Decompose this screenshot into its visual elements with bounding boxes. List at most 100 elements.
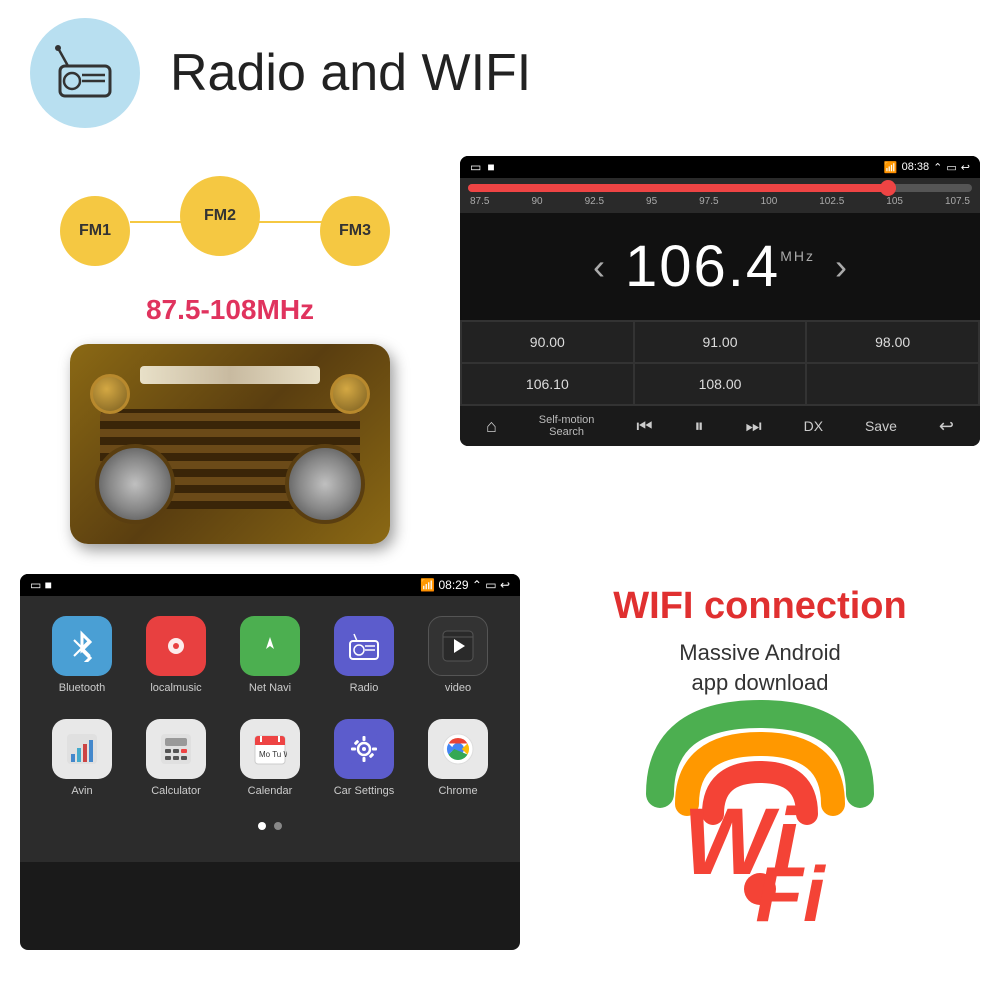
app-chrome[interactable]: Chrome (418, 719, 498, 797)
calc-icon (146, 719, 206, 779)
page-dots (35, 822, 505, 842)
launcher-screen: ▭ ■ 📶 08:29 ⌃ ▭ ↩ Bluetooth (20, 574, 520, 950)
fm3-bubble: FM3 (320, 196, 390, 266)
app-icons-row1: Bluetooth localmusic Net Navi (35, 616, 505, 694)
home-button[interactable]: ⌂ (486, 416, 497, 437)
back-icon: ↩ (961, 161, 970, 174)
freq-next-button[interactable]: › (835, 246, 847, 288)
back-control-button[interactable]: ↩ (939, 416, 954, 437)
android-radio-screen: ▭ ■ 📶 08:38 ⌃ ▭ ↩ 87.5 (460, 156, 980, 446)
app-avin[interactable]: Avin (42, 719, 122, 797)
bluetooth-label: Bluetooth (59, 682, 105, 694)
fm1-bubble: FM1 (60, 196, 130, 266)
app-car-settings[interactable]: Car Settings (324, 719, 404, 797)
vintage-radio-image (70, 344, 390, 544)
app-radio[interactable]: Radio (324, 616, 404, 694)
radio-app-icon (334, 616, 394, 676)
wifi-subtitle: Massive Androidapp download (679, 638, 840, 700)
bluetooth-icon (52, 616, 112, 676)
launcher-status-bar: ▭ ■ 📶 08:29 ⌃ ▭ ↩ (20, 574, 520, 596)
radio-speaker-right (285, 444, 365, 524)
freq-fill (468, 184, 896, 192)
radio-speaker-left (95, 444, 175, 524)
self-motion-button[interactable]: Self-motionSearch (539, 414, 595, 438)
top-banner: Radio and WIFI (0, 0, 1000, 146)
svg-text:Mo Tu We: Mo Tu We (259, 750, 287, 759)
car-settings-label: Car Settings (334, 785, 395, 797)
preset-btn-2[interactable]: 91.00 (635, 322, 806, 362)
launcher-icons-area: Bluetooth localmusic Net Navi (20, 596, 520, 862)
prev-track-button[interactable]: ⏮ (636, 416, 652, 437)
launcher-status-left: ▭ ■ (30, 578, 52, 592)
chrome-icon (428, 719, 488, 779)
signal-icon: 📶 (884, 161, 898, 174)
calculator-label: Calculator (151, 785, 201, 797)
calendar-label: Calendar (248, 785, 293, 797)
wifi-fi-text: Fi (755, 849, 824, 940)
avin-icon (52, 719, 112, 779)
banner-title: Radio and WIFI (170, 43, 531, 103)
freq-nav: ‹ 106.4MHz › (470, 233, 970, 300)
freq-labels: 87.5 90 92.5 95 97.5 100 102.5 105 107.5 (468, 196, 972, 207)
chrome-label: Chrome (438, 785, 477, 797)
app-calendar[interactable]: Mo Tu We Calendar (230, 719, 310, 797)
localmusic-label: localmusic (150, 682, 201, 694)
next-track-button[interactable]: ⏭ (745, 416, 761, 437)
video-icon (428, 616, 488, 676)
radio-status-bar: ▭ ■ 📶 08:38 ⌃ ▭ ↩ (460, 156, 980, 178)
preset-btn-3[interactable]: 98.00 (807, 322, 978, 362)
save-button[interactable]: Save (865, 418, 897, 434)
launcher-signal-icon: 📶 (420, 578, 435, 592)
app-localmusic[interactable]: localmusic (136, 616, 216, 694)
minimize-icon: ▭ (470, 160, 481, 174)
main-content-top: FM1 FM2 FM3 87.5-108MHz ▭ ■ 📶 (0, 146, 1000, 554)
radio-knob-left (90, 374, 130, 414)
freq-knob[interactable] (880, 180, 896, 196)
preset-btn-5[interactable]: 108.00 (635, 364, 806, 404)
launcher-time: 08:29 (438, 578, 468, 592)
app-video[interactable]: video (418, 616, 498, 694)
radio-dial (140, 366, 320, 384)
preset-grid: 90.00 91.00 98.00 106.10 108.00 (460, 320, 980, 406)
radio-svg-icon (50, 38, 120, 108)
left-section: FM1 FM2 FM3 87.5-108MHz (20, 156, 440, 544)
status-time: 08:38 (902, 161, 930, 173)
app-bluetooth[interactable]: Bluetooth (42, 616, 122, 694)
current-frequency: 106.4MHz (625, 233, 815, 300)
bottom-controls: ⌂ Self-motionSearch ⏮ ⏸ ⏭ DX Save ↩ (460, 406, 980, 446)
fm2-bubble: FM2 (180, 176, 260, 256)
app-icons-row2: Avin Calculator Mo Tu We Calendar (35, 719, 505, 797)
netnavi-label: Net Navi (249, 682, 291, 694)
freq-prev-button[interactable]: ‹ (593, 246, 605, 288)
dx-button[interactable]: DX (804, 418, 823, 434)
dot-1 (258, 822, 266, 830)
radio-knob-right (330, 374, 370, 414)
app-calculator[interactable]: Calculator (136, 719, 216, 797)
expand-icon: ⌃ (933, 161, 942, 174)
fm-range-text: 87.5-108MHz (146, 294, 314, 326)
video-label: video (445, 682, 471, 694)
app-netnavi[interactable]: Net Navi (230, 616, 310, 694)
launcher-status-right: 📶 08:29 ⌃ ▭ ↩ (420, 578, 510, 592)
launcher-minimize-icon: ▭ ■ (30, 578, 52, 592)
square-icon: ■ (487, 160, 494, 174)
play-pause-button[interactable]: ⏸ (695, 416, 704, 437)
status-bar-left: ▭ ■ (470, 160, 495, 174)
dot-2 (274, 822, 282, 830)
music-icon (146, 616, 206, 676)
wifi-title: WIFI connection (613, 584, 906, 630)
preset-btn-4[interactable]: 106.10 (462, 364, 633, 404)
freq-track[interactable] (468, 184, 972, 192)
launcher-battery-icon: ▭ (485, 578, 496, 592)
preset-btn-1[interactable]: 90.00 (462, 322, 633, 362)
preset-empty (807, 364, 978, 404)
radio-label: Radio (350, 682, 379, 694)
calendar-icon: Mo Tu We (240, 719, 300, 779)
battery-icon: ▭ (946, 161, 956, 174)
wifi-section: WIFI connection Massive Androidapp downl… (540, 574, 980, 950)
fm-bubbles: FM1 FM2 FM3 (40, 166, 420, 286)
launcher-expand-icon: ⌃ (472, 578, 482, 592)
avin-label: Avin (71, 785, 92, 797)
freq-bar-container: 87.5 90 92.5 95 97.5 100 102.5 105 107.5 (460, 178, 980, 213)
navi-icon (240, 616, 300, 676)
